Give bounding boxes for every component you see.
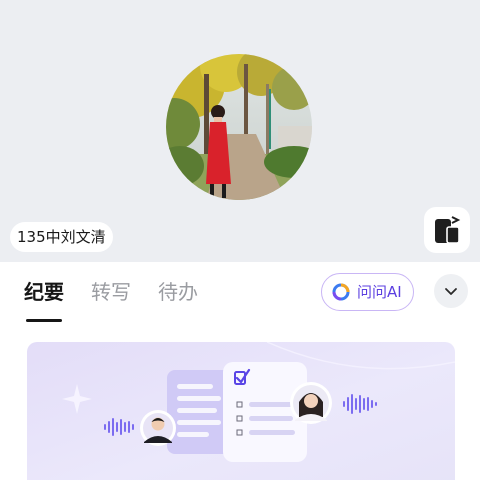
avatar-photo: [166, 54, 312, 200]
ask-ai-button[interactable]: 问问AI: [321, 273, 414, 311]
ai-logo-icon: [332, 283, 350, 301]
tab-todo[interactable]: 待办: [158, 278, 198, 306]
device-switch-button[interactable]: [424, 207, 470, 253]
active-tab-indicator: [26, 319, 62, 322]
expand-button[interactable]: [434, 274, 468, 308]
content-tabs: 纪要 转写 待办 问问AI: [0, 262, 480, 336]
summary-banner-art: [27, 342, 455, 480]
tab-transcript[interactable]: 转写: [91, 278, 131, 306]
profile-avatar[interactable]: [166, 54, 312, 200]
ask-ai-label: 问问AI: [357, 283, 402, 301]
participant-avatar-woman: [290, 382, 332, 424]
profile-header: 135中刘文清: [0, 0, 480, 262]
tab-summary[interactable]: 纪要: [24, 278, 64, 306]
user-name-badge[interactable]: 135中刘文清: [10, 222, 113, 252]
participant-avatar-man: [140, 410, 176, 446]
chevron-down-icon: [445, 288, 457, 295]
phone-switch-icon: [435, 216, 461, 244]
summary-illustration: [27, 342, 455, 480]
